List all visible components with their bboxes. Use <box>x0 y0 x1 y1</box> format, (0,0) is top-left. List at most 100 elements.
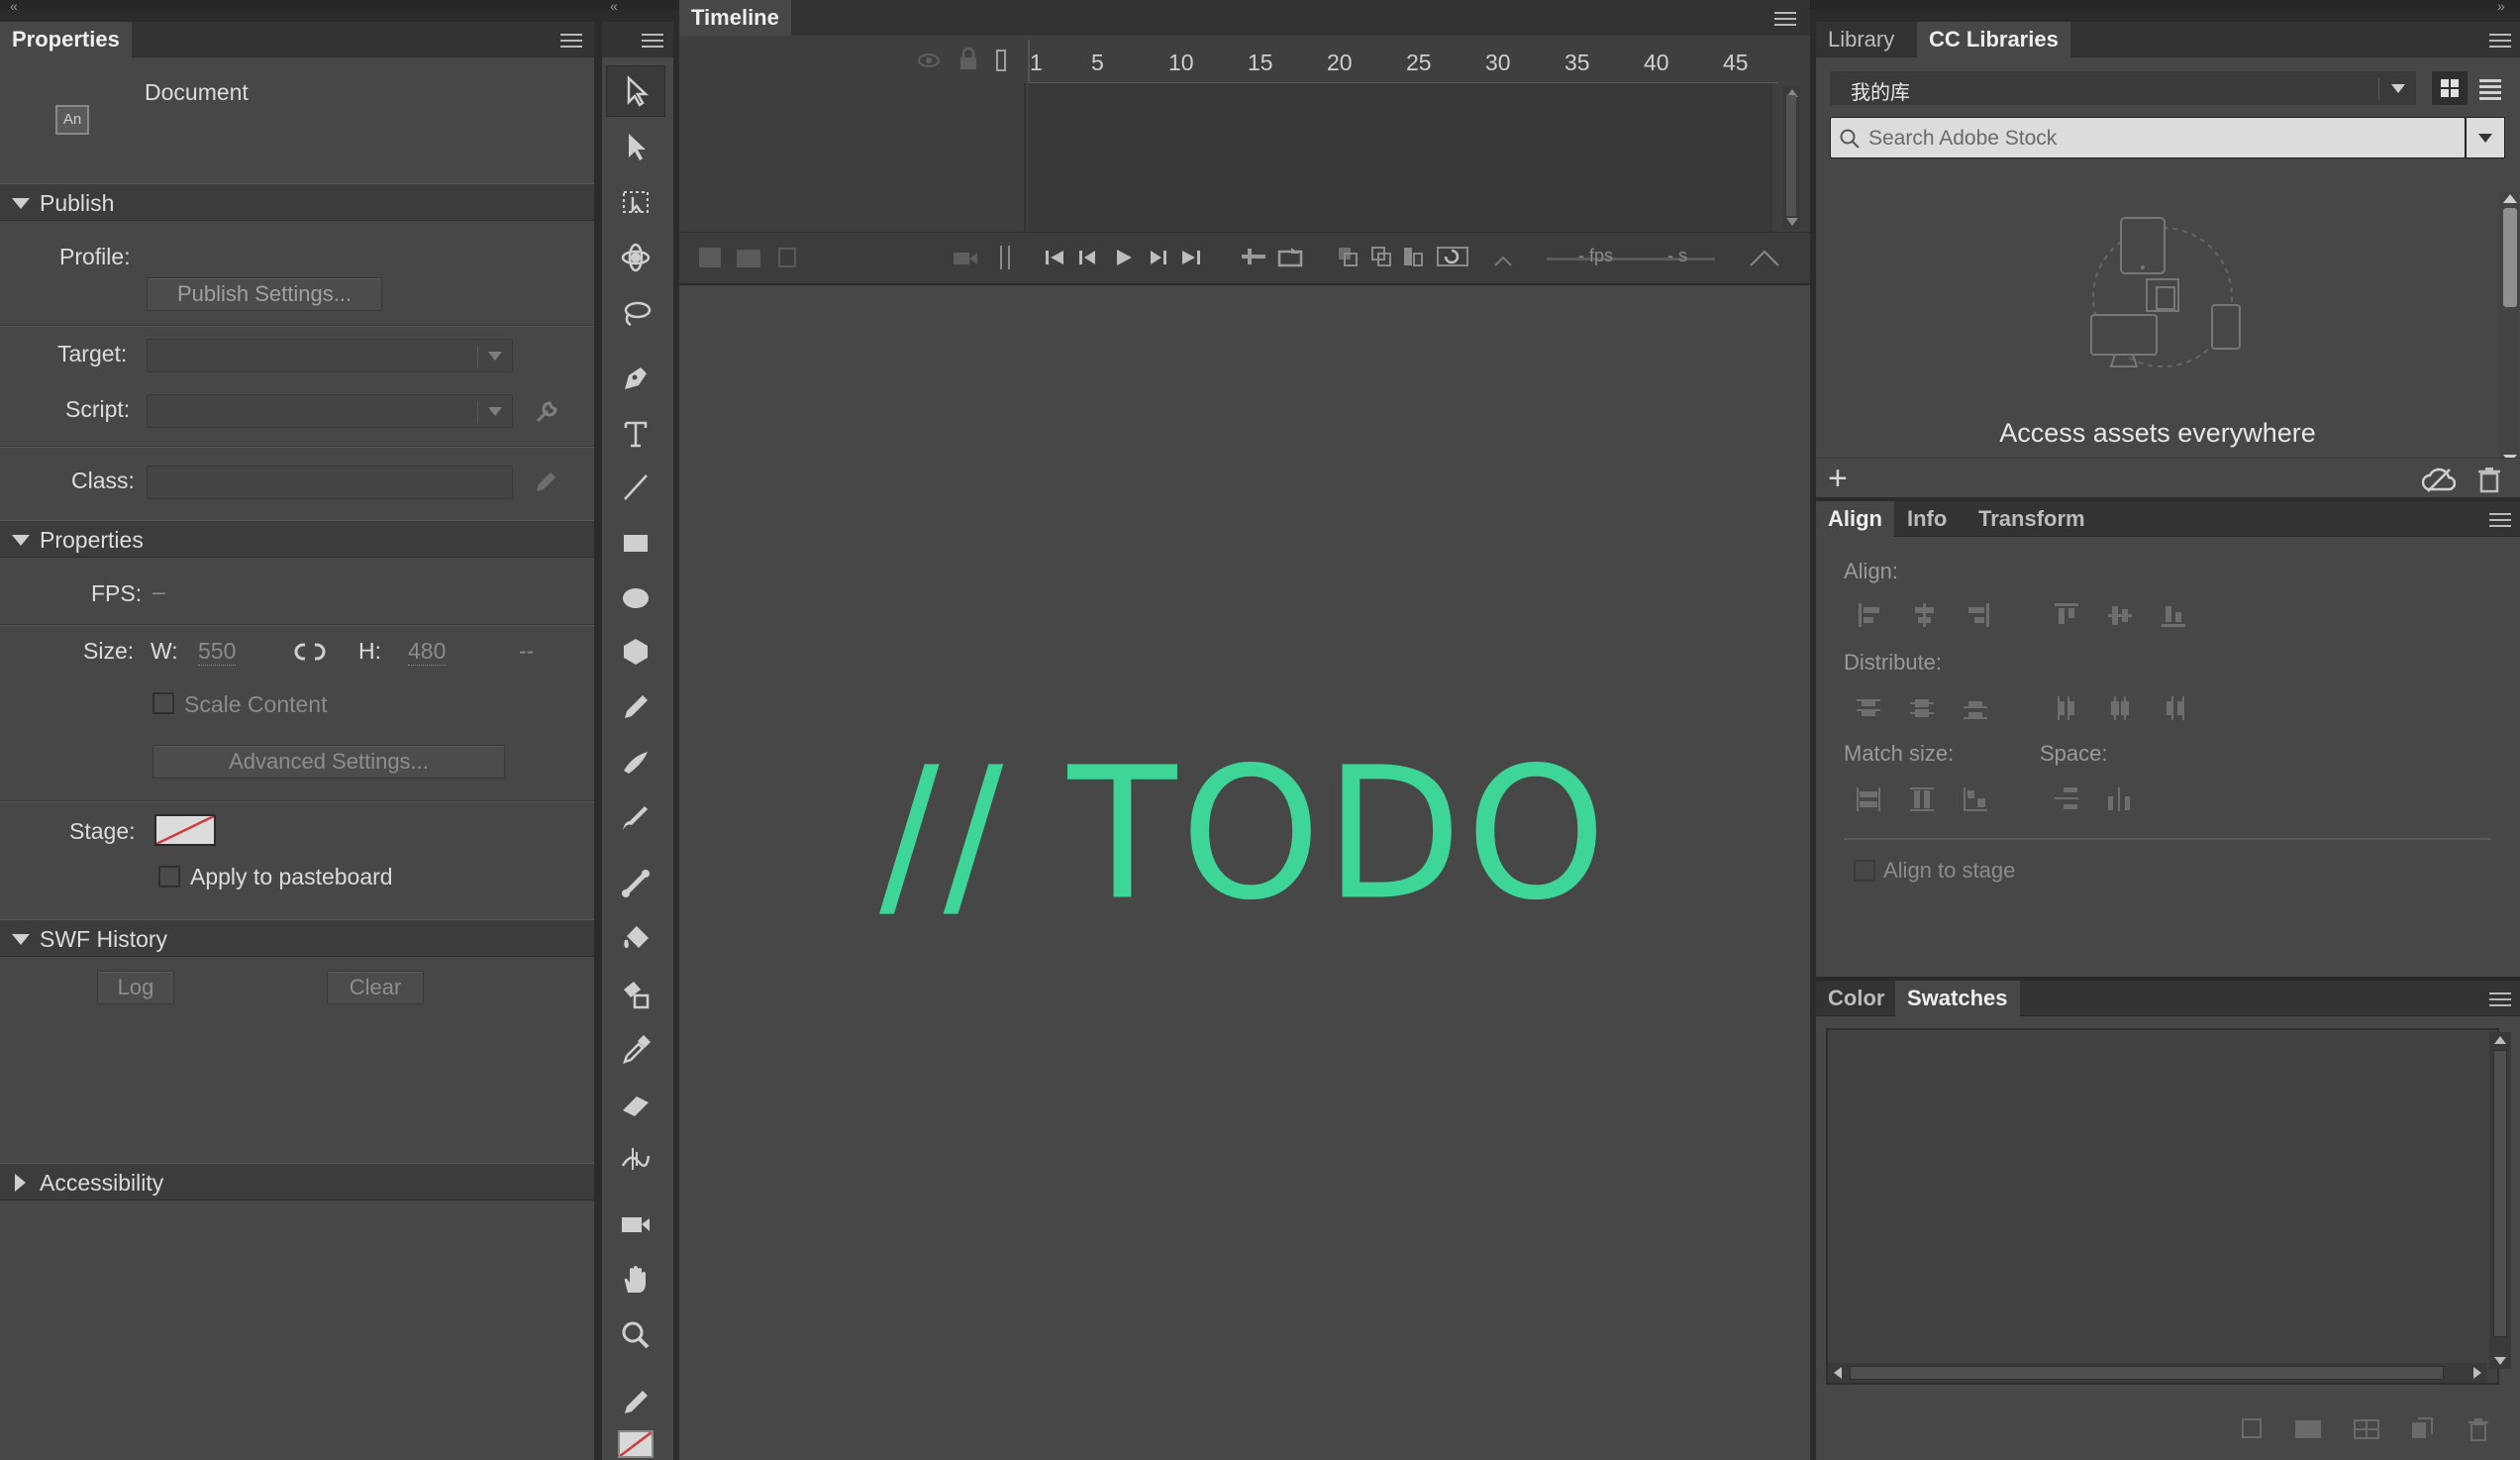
ink-bottle-tool[interactable] <box>606 969 665 1020</box>
new-swatch-icon[interactable] <box>2242 1418 2262 1438</box>
swf-history-section-header[interactable]: SWF History <box>0 919 594 957</box>
pencil-edit-icon[interactable] <box>533 469 558 495</box>
panel-gutter[interactable] <box>594 10 602 1460</box>
zoom-tool[interactable] <box>606 1309 665 1361</box>
brush-tool[interactable] <box>606 792 665 844</box>
panel-menu-icon[interactable] <box>2489 992 2511 1008</box>
delete-layer-icon[interactable] <box>778 248 796 267</box>
lock-icon[interactable] <box>958 48 978 71</box>
bone-tool[interactable] <box>606 858 665 909</box>
size-units[interactable]: -- <box>519 638 534 665</box>
go-last-frame-icon[interactable] <box>1180 248 1202 267</box>
list-view-icon[interactable] <box>2477 73 2503 103</box>
match-width-icon[interactable] <box>1854 784 1883 814</box>
wrench-icon[interactable] <box>533 398 560 426</box>
library-vscroll[interactable] <box>2499 192 2519 466</box>
duplicate-swatch-icon[interactable] <box>2410 1416 2434 1440</box>
zoom-timeline-icon[interactable] <box>1493 254 1513 267</box>
align-vertical-center-icon[interactable] <box>2105 600 2135 630</box>
fill-color-tool[interactable] <box>618 1430 654 1458</box>
trash-icon[interactable] <box>2477 466 2501 493</box>
distribute-right-icon[interactable] <box>2159 693 2188 723</box>
apply-pasteboard-checkbox[interactable] <box>158 866 180 887</box>
panel-menu-icon[interactable] <box>2489 34 2511 50</box>
accessibility-section-header[interactable]: Accessibility <box>0 1163 594 1200</box>
tab-align[interactable]: Align <box>1816 501 1894 537</box>
swatches-hscroll[interactable] <box>1828 1363 2487 1383</box>
cloud-sync-icon[interactable] <box>2422 466 2456 493</box>
paint-bucket-tool[interactable] <box>606 913 665 965</box>
link-icon[interactable] <box>293 640 327 666</box>
advanced-settings-button[interactable]: Advanced Settings... <box>152 745 505 779</box>
eraser-tool[interactable] <box>606 1080 665 1131</box>
tab-library[interactable]: Library <box>1816 22 1906 57</box>
camera-toggle-icon[interactable] <box>953 250 978 267</box>
grid-view-icon[interactable] <box>2432 71 2468 105</box>
stock-search-input[interactable]: Search Adobe Stock <box>1830 117 2466 158</box>
layer-depth-icon[interactable] <box>1000 246 1010 269</box>
width-tool[interactable] <box>606 1133 665 1185</box>
properties-section-header[interactable]: Properties <box>0 520 594 558</box>
panel-menu-icon[interactable] <box>560 34 582 50</box>
new-layer-icon[interactable] <box>699 248 721 267</box>
align-bottom-edge-icon[interactable] <box>2159 600 2188 630</box>
new-swatch-folder-icon[interactable] <box>2295 1420 2321 1438</box>
pen-tool[interactable] <box>606 353 665 404</box>
center-frame-icon[interactable] <box>1277 246 1305 267</box>
eyedropper-tool[interactable] <box>606 1024 665 1076</box>
swatches-vscroll[interactable] <box>2489 1032 2511 1369</box>
free-transform-tool[interactable] <box>606 176 665 228</box>
tab-cc-libraries[interactable]: CC Libraries <box>1917 22 2070 57</box>
frame-scale-slider[interactable] <box>1547 258 1715 261</box>
match-height-icon[interactable] <box>1907 784 1937 814</box>
collapse-right-icon[interactable]: » <box>2497 0 2505 13</box>
step-forward-icon[interactable] <box>1147 248 1168 267</box>
swatch-grid-view-icon[interactable] <box>2353 1418 2380 1440</box>
align-right-edge-icon[interactable] <box>1963 600 1992 630</box>
publish-settings-button[interactable]: Publish Settings... <box>147 277 382 311</box>
collapse-toolbar-icon[interactable]: « <box>610 0 618 13</box>
seconds-readout[interactable]: - s <box>1667 246 1687 266</box>
match-width-height-icon[interactable] <box>1961 784 1990 814</box>
panel-menu-icon[interactable] <box>2489 513 2511 529</box>
new-folder-icon[interactable] <box>737 250 760 267</box>
class-input[interactable] <box>147 466 513 499</box>
search-source-dropdown[interactable] <box>2466 117 2505 158</box>
timeline-zoom-icon[interactable] <box>1749 248 1780 267</box>
text-tool[interactable] <box>606 408 665 460</box>
clear-button[interactable]: Clear <box>327 971 424 1004</box>
subselection-tool[interactable] <box>606 121 665 172</box>
stage-color-swatch[interactable] <box>154 814 216 846</box>
delete-swatch-icon[interactable] <box>2468 1416 2489 1442</box>
library-select[interactable]: 我的库 <box>1830 71 2416 105</box>
selection-tool[interactable] <box>606 65 665 117</box>
swatches-grid[interactable] <box>1826 1028 2499 1385</box>
fps-value[interactable]: – <box>152 578 165 605</box>
tab-info[interactable]: Info <box>1895 501 1959 537</box>
tools-menu-icon[interactable] <box>642 34 663 50</box>
align-top-edge-icon[interactable] <box>2052 600 2081 630</box>
align-horizontal-center-icon[interactable] <box>1909 600 1939 630</box>
distribute-bottom-icon[interactable] <box>1961 693 1990 723</box>
oval-tool[interactable] <box>606 573 665 624</box>
distribute-top-icon[interactable] <box>1854 693 1883 723</box>
outline-icon[interactable] <box>996 50 1006 71</box>
modify-markers-icon[interactable] <box>1436 244 1471 269</box>
collapse-left-icon[interactable]: « <box>10 0 18 13</box>
layers-list[interactable] <box>679 83 1026 232</box>
stage-area[interactable]: // TODO <box>679 285 1810 1460</box>
space-evenly-vertical-icon[interactable] <box>2052 784 2081 814</box>
align-left-edge-icon[interactable] <box>1856 600 1885 630</box>
paint-brush-tool[interactable] <box>606 737 665 788</box>
loop-icon[interactable] <box>1240 246 1267 267</box>
width-value[interactable]: 550 <box>198 638 237 666</box>
timeline-vscroll[interactable] <box>1782 85 1800 230</box>
onion-outline-icon[interactable] <box>1370 246 1394 267</box>
publish-section-header[interactable]: Publish <box>0 183 594 221</box>
edit-multiple-frames-icon[interactable] <box>1402 246 1426 267</box>
scale-content-checkbox[interactable] <box>152 692 174 714</box>
tab-color[interactable]: Color <box>1816 981 1896 1016</box>
log-button[interactable]: Log <box>97 971 174 1004</box>
onion-skin-icon[interactable] <box>1337 246 1361 267</box>
tab-timeline[interactable]: Timeline <box>679 0 791 36</box>
